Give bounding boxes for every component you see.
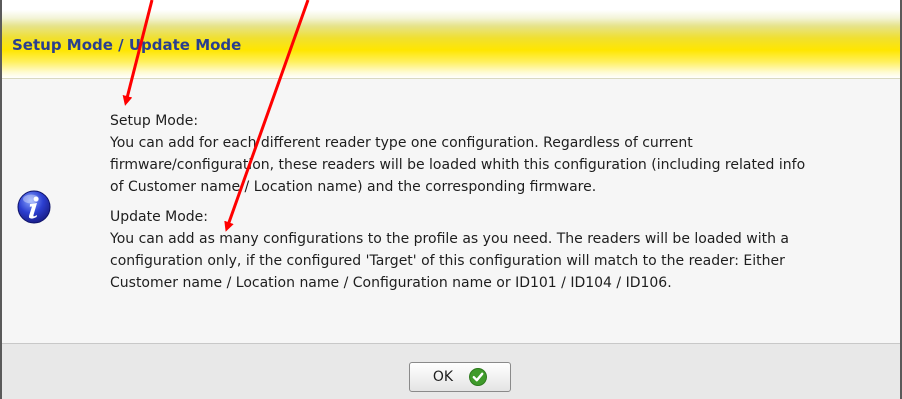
setup-mode-line-1: You can add for each different reader ty…: [110, 135, 693, 151]
ok-button[interactable]: OK: [409, 362, 511, 392]
ok-button-label: OK: [432, 369, 454, 385]
dialog-titlebar: Setup Mode / Update Mode: [2, 0, 900, 79]
update-mode-heading: Update Mode:: [110, 209, 209, 225]
setup-mode-line-2: firmware/configuration, these readers wi…: [110, 157, 806, 173]
info-icon: [17, 190, 51, 224]
update-mode-line-2: configuration only, if the configured 'T…: [110, 253, 785, 269]
check-icon: [469, 368, 488, 386]
dialog-title: Setup Mode / Update Mode: [12, 36, 242, 54]
update-mode-line-3: Customer name / Location name / Configur…: [110, 275, 672, 291]
dialog-message: Setup Mode: You can add for each differe…: [110, 110, 890, 294]
setup-mode-line-3: of Customer name / Location name) and th…: [110, 179, 597, 195]
dialog-content: Setup Mode: You can add for each differe…: [2, 79, 900, 343]
update-mode-line-1: You can add as many configurations to th…: [110, 231, 789, 247]
setup-mode-heading: Setup Mode:: [110, 113, 199, 129]
dialog-window: Setup Mode / Update Mode Setup Mode: You…: [0, 0, 902, 399]
dialog-footer: OK: [2, 343, 900, 399]
